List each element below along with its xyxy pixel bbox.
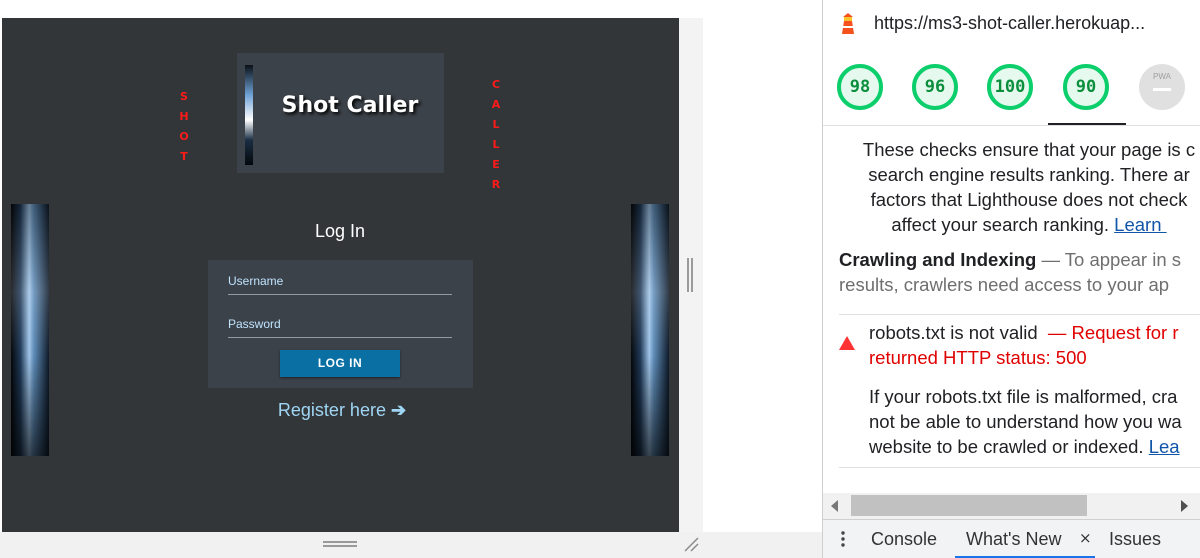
vertical-letter: L	[492, 138, 500, 151]
vertical-letter: E	[492, 158, 500, 171]
seo-audit-content: These checks ensure that your page is c …	[823, 127, 1200, 493]
gauge-value: 90	[1075, 77, 1097, 97]
crawling-description: — To appear in s	[1036, 249, 1182, 270]
vertical-letter: T	[180, 150, 188, 163]
learn-more-link[interactable]: Lea	[1149, 436, 1180, 457]
pwa-icon	[1139, 64, 1185, 110]
register-link-text: Register here	[277, 400, 386, 420]
more-options-icon[interactable]	[841, 530, 845, 548]
device-emulation-frame: SHOT CALLER Shot Caller Log In Username …	[0, 0, 822, 558]
robots-audit-description: If your robots.txt file is malformed, cr…	[869, 384, 1200, 459]
score-gauges: 98 96 100 90 PWA	[823, 48, 1200, 126]
desc-line: website to be crawled or indexed.	[869, 436, 1149, 457]
devtools-panel: https://ms3-shot-caller.herokuap... 98 9…	[822, 0, 1200, 558]
site-logo-title[interactable]: Shot Caller	[270, 93, 430, 118]
gauge-value: 98	[849, 77, 871, 97]
report-url-bar: https://ms3-shot-caller.herokuap...	[823, 0, 1200, 48]
password-label[interactable]: Password	[228, 317, 281, 331]
crawling-description-line2: results, crawlers need access to your ap	[839, 274, 1170, 295]
caller-vertical-text: CALLER	[490, 75, 502, 195]
login-form: Username Password LOG IN	[208, 260, 473, 388]
emulated-page: SHOT CALLER Shot Caller Log In Username …	[2, 18, 679, 532]
gauge-pwa[interactable]: PWA	[1138, 63, 1186, 111]
crawling-heading: Crawling and Indexing	[839, 249, 1037, 270]
username-label[interactable]: Username	[228, 274, 283, 288]
vertical-letter: O	[179, 130, 189, 143]
seo-intro-text: These checks ensure that your page is c …	[839, 137, 1200, 237]
arrow-right-icon: ➔	[390, 400, 407, 420]
gauge-best-practices[interactable]: 100	[986, 63, 1034, 111]
username-input[interactable]	[228, 294, 452, 295]
warning-triangle-icon	[839, 336, 855, 350]
scroll-right-icon[interactable]	[1181, 500, 1188, 512]
gauge-value: 100	[994, 77, 1026, 97]
right-side-image	[631, 204, 669, 456]
corner-resize-icon[interactable]	[683, 536, 699, 552]
scroll-left-icon[interactable]	[831, 500, 838, 512]
robots-error-status: returned HTTP status: 500	[869, 347, 1087, 368]
vertical-letter: C	[491, 78, 501, 91]
tab-whats-new[interactable]: What's New	[966, 529, 1061, 550]
intro-line: These checks ensure that your page is c	[862, 139, 1196, 160]
height-resize-handle[interactable]	[323, 541, 357, 547]
pwa-label: PWA	[1153, 72, 1171, 81]
logo-image-strip	[245, 65, 253, 165]
scrollbar-thumb[interactable]	[851, 495, 1087, 516]
intro-line: factors that Lighthouse does not check	[870, 189, 1188, 210]
desc-line: not be able to understand how you wa	[869, 411, 1182, 432]
shot-vertical-text: SHOT	[178, 87, 190, 167]
vertical-letter: A	[491, 98, 501, 111]
active-category-indicator	[1048, 123, 1126, 125]
gauge-seo[interactable]: 90	[1062, 63, 1110, 111]
tab-issues[interactable]: Issues	[1109, 529, 1161, 550]
report-url[interactable]: https://ms3-shot-caller.herokuap...	[874, 13, 1145, 34]
gauge-accessibility[interactable]: 96	[911, 63, 959, 111]
intro-line: affect your search ranking.	[891, 214, 1115, 235]
login-button[interactable]: LOG IN	[280, 350, 400, 377]
lighthouse-icon	[842, 13, 854, 34]
learn-more-link[interactable]: Learn	[1114, 214, 1166, 235]
robots-title-text: robots.txt is not valid	[869, 322, 1043, 343]
tab-console[interactable]: Console	[871, 529, 937, 550]
close-icon[interactable]: ×	[1079, 529, 1092, 547]
divider	[839, 467, 1200, 468]
divider	[839, 314, 1200, 315]
register-link[interactable]: Register here ➔	[262, 400, 422, 421]
robots-error-text: — Request for r	[1042, 322, 1179, 343]
crawling-indexing-group[interactable]: Crawling and Indexing — To appear in s r…	[839, 247, 1200, 297]
intro-line: search engine results ranking. There ar	[868, 164, 1190, 185]
gauge-performance[interactable]: 98	[836, 63, 884, 111]
vertical-letter: S	[180, 90, 188, 103]
vertical-letter: R	[491, 178, 501, 191]
robots-audit-title[interactable]: robots.txt is not valid — Request for r …	[869, 320, 1200, 370]
width-resize-handle[interactable]	[687, 258, 693, 292]
desc-line: If your robots.txt file is malformed, cr…	[869, 386, 1178, 407]
password-input[interactable]	[228, 337, 452, 338]
vertical-letter: H	[179, 110, 189, 123]
login-heading: Log In	[314, 221, 366, 241]
horizontal-scrollbar[interactable]	[823, 493, 1200, 519]
gauge-value: 96	[924, 77, 946, 97]
left-side-image	[11, 204, 49, 456]
drawer-tab-bar: Console What's New × Issues	[823, 519, 1200, 558]
vertical-letter: L	[492, 118, 500, 131]
